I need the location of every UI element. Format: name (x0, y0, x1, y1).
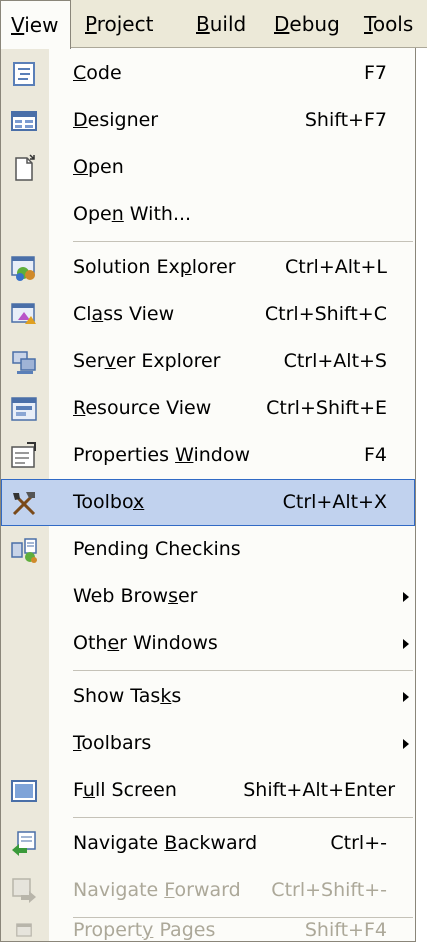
designer-icon (11, 111, 37, 131)
shortcut-text: Ctrl+Alt+L (285, 256, 387, 278)
open-icon (15, 154, 35, 181)
menu-item-label: Designer (73, 109, 159, 131)
properties-window-icon (11, 442, 36, 468)
menu-view-key: V (11, 13, 25, 37)
menu-item-label: Code (73, 62, 122, 84)
code-icon (13, 62, 35, 86)
menu-item-navigate-backward[interactable]: Navigate Backward Ctrl+- (1, 820, 415, 867)
menu-item-label: Open (73, 156, 124, 178)
server-explorer-icon (12, 351, 36, 374)
menu-item-open[interactable]: Open (1, 144, 415, 191)
submenu-arrow-icon (403, 639, 409, 649)
shortcut-text: F4 (363, 444, 387, 466)
menu-item-label: Show Tasks (73, 685, 182, 707)
menu-item-label: Other Windows (73, 632, 218, 654)
shortcut-text: Ctrl+Alt+X (282, 491, 387, 513)
menu-item-label: Toolbars (73, 732, 152, 754)
class-view-icon (11, 303, 36, 324)
menu-separator (73, 917, 413, 918)
menu-item-web-browser[interactable]: Web Browser (1, 573, 415, 620)
menu-tools-key: T (364, 12, 373, 36)
property-pages-icon (16, 923, 32, 937)
menu-item-other-windows[interactable]: Other Windows (1, 620, 415, 667)
menu-build-post: uild (209, 12, 247, 36)
menu-bar: View Project Build Debug Tools (0, 0, 427, 49)
menu-item-label: Solution Explorer (73, 256, 236, 278)
shortcut-text: Shift+F4 (304, 920, 387, 940)
menu-project-key: P (85, 12, 97, 36)
menu-item-resource-view[interactable]: Resource View Ctrl+Shift+E (1, 385, 415, 432)
submenu-arrow-icon (403, 739, 409, 749)
menu-debug-key: D (274, 12, 290, 36)
menu-separator (73, 241, 413, 242)
menu-item-toolbars[interactable]: Toolbars (1, 720, 415, 767)
menu-item-label: Properties Window (73, 444, 250, 466)
menu-item-label: Navigate Forward (73, 879, 241, 901)
menu-item-label: Navigate Backward (73, 832, 258, 854)
navigate-backward-icon (12, 831, 36, 856)
menu-item-pending-checkins[interactable]: Pending Checkins (1, 526, 415, 573)
menu-project-post: roject (96, 12, 154, 36)
menu-item-navigate-forward[interactable]: Navigate Forward Ctrl+Shift+- (1, 867, 415, 914)
submenu-arrow-icon (403, 692, 409, 702)
shortcut-text: Ctrl+Shift+E (266, 397, 387, 419)
menu-item-label: Toolbox (73, 491, 145, 513)
shortcut-text: Ctrl+Alt+S (283, 350, 387, 372)
menu-item-label: Full Screen (73, 779, 177, 801)
shortcut-text: Ctrl+- (330, 832, 387, 854)
solution-explorer-icon (11, 256, 35, 281)
menu-item-label: Open With... (73, 203, 192, 225)
menu-item-label: Pending Checkins (73, 538, 241, 560)
full-screen-icon (11, 780, 37, 802)
shortcut-text: Shift+Alt+Enter (243, 779, 395, 801)
menu-debug-post: ebug (289, 12, 340, 36)
menu-item-toolbox[interactable]: Toolbox Ctrl+Alt+X (1, 479, 415, 526)
menu-build-key: B (196, 12, 210, 36)
menu-item-class-view[interactable]: Class View Ctrl+Shift+C (1, 291, 415, 338)
pending-checkins-icon (11, 538, 37, 563)
menu-separator (73, 670, 413, 671)
shortcut-text: Ctrl+Shift+- (271, 879, 387, 901)
menu-item-server-explorer[interactable]: Server Explorer Ctrl+Alt+S (1, 338, 415, 385)
menu-item-label: Server Explorer (73, 350, 221, 372)
menu-tools-post: ools (372, 12, 414, 36)
menu-item-properties-window[interactable]: Properties Window F4 (1, 432, 415, 479)
menu-item-label: Web Browser (73, 585, 198, 607)
shortcut-text: Shift+F7 (304, 109, 387, 131)
menu-project[interactable]: Project (85, 0, 153, 48)
navigate-forward-icon (12, 878, 36, 903)
menu-item-label: Resource View (73, 397, 212, 419)
menu-item-open-with[interactable]: Open With... (1, 191, 415, 238)
toolbox-icon (12, 492, 36, 516)
menu-separator (73, 817, 413, 818)
menu-item-label: Class View (73, 303, 175, 325)
submenu-arrow-icon (403, 592, 409, 602)
menu-item-designer[interactable]: Designer Shift+F7 (1, 97, 415, 144)
menu-debug[interactable]: Debug (274, 0, 340, 48)
shortcut-text: Ctrl+Shift+C (264, 303, 387, 325)
menu-item-code[interactable]: Code F7 (1, 50, 415, 97)
menu-item-property-pages[interactable]: Property Pages Shift+F4 (1, 920, 415, 940)
menu-tools[interactable]: Tools (364, 0, 413, 48)
menu-item-show-tasks[interactable]: Show Tasks (1, 673, 415, 720)
menu-item-label: Property Pages (73, 920, 216, 940)
view-dropdown-menu: Code F7 Designer Shift+F7 Open Open With… (0, 48, 416, 942)
menu-view[interactable]: View (0, 0, 71, 49)
menu-view-post: iew (24, 13, 59, 37)
menu-item-solution-explorer[interactable]: Solution Explorer Ctrl+Alt+L (1, 244, 415, 291)
menu-item-full-screen[interactable]: Full Screen Shift+Alt+Enter (1, 767, 415, 814)
shortcut-text: F7 (363, 62, 387, 84)
resource-view-icon (11, 397, 37, 421)
menu-build[interactable]: Build (196, 0, 246, 48)
